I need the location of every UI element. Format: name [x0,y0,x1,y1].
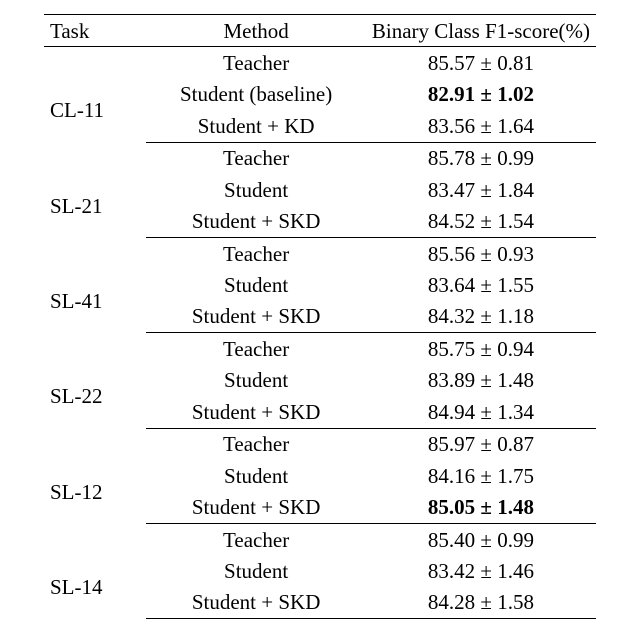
score-cell: 85.05 ± 1.48 [366,492,596,524]
table-row: Teacher85.97 ± 0.87 [44,428,596,460]
score-cell: 84.28 ± 1.58 [366,587,596,619]
score-cell: 84.52 ± 1.54 [366,206,596,238]
score-cell: 85.75 ± 0.94 [366,333,596,365]
task-cell-empty [44,428,146,460]
method-cell: Teacher [146,428,366,460]
method-cell: Teacher [146,524,366,556]
method-cell: Teacher [146,333,366,365]
method-cell: Teacher [146,47,366,79]
table-row: SL-14Student83.42 ± 1.46 [44,555,596,586]
method-cell: Student [146,555,366,586]
task-cell: SL-21 [44,174,146,237]
score-cell: 85.97 ± 0.87 [366,428,596,460]
table-row: SL-41Student83.64 ± 1.55 [44,270,596,301]
method-cell: Student [146,460,366,491]
table-row: Teacher85.78 ± 0.99 [44,142,596,174]
method-cell: Teacher [146,142,366,174]
method-cell: Student (baseline) [146,79,366,110]
score-cell: 83.47 ± 1.84 [366,174,596,205]
table-row: SL-12Student84.16 ± 1.75 [44,460,596,491]
table-row: SL-21Student83.47 ± 1.84 [44,174,596,205]
table-header-row: Task Method Binary Class F1-score(%) [44,15,596,47]
table-row: Teacher85.56 ± 0.93 [44,238,596,270]
method-cell: Student + KD [146,110,366,142]
method-cell: Teacher [146,238,366,270]
score-cell: 83.42 ± 1.46 [366,555,596,586]
score-cell: 84.94 ± 1.34 [366,396,596,428]
method-cell: Student + SKD [146,396,366,428]
table-row: Teacher85.57 ± 0.81 [44,47,596,79]
score-cell: 85.40 ± 0.99 [366,524,596,556]
task-cell: SL-22 [44,365,146,428]
score-cell: 85.57 ± 0.81 [366,47,596,79]
method-cell: Student + SKD [146,301,366,333]
score-cell: 85.78 ± 0.99 [366,142,596,174]
method-cell: Student + SKD [146,206,366,238]
method-cell: Student [146,365,366,396]
score-cell: 83.89 ± 1.48 [366,365,596,396]
task-cell-empty [44,47,146,79]
task-cell-empty [44,524,146,556]
task-cell-empty [44,333,146,365]
task-cell-empty [44,142,146,174]
method-cell: Student + SKD [146,492,366,524]
method-cell: Student [146,174,366,205]
col-header-score: Binary Class F1-score(%) [366,15,596,47]
task-cell: CL-11 [44,79,146,142]
table-body: Teacher85.57 ± 0.81CL-11Student (baselin… [44,47,596,619]
task-cell-empty [44,238,146,270]
table-row: Teacher85.40 ± 0.99 [44,524,596,556]
task-cell: SL-14 [44,555,146,618]
task-cell: SL-12 [44,460,146,523]
results-table: Task Method Binary Class F1-score(%) Tea… [44,14,596,619]
score-cell: 82.91 ± 1.02 [366,79,596,110]
score-cell: 83.64 ± 1.55 [366,270,596,301]
score-cell: 85.56 ± 0.93 [366,238,596,270]
method-cell: Student + SKD [146,587,366,619]
score-cell: 84.16 ± 1.75 [366,460,596,491]
table-row: SL-22Student83.89 ± 1.48 [44,365,596,396]
method-cell: Student [146,270,366,301]
table-row: Teacher85.75 ± 0.94 [44,333,596,365]
score-cell: 83.56 ± 1.64 [366,110,596,142]
table-row: CL-11Student (baseline)82.91 ± 1.02 [44,79,596,110]
score-cell: 84.32 ± 1.18 [366,301,596,333]
task-cell: SL-41 [44,270,146,333]
col-header-task: Task [44,15,146,47]
col-header-method: Method [146,15,366,47]
